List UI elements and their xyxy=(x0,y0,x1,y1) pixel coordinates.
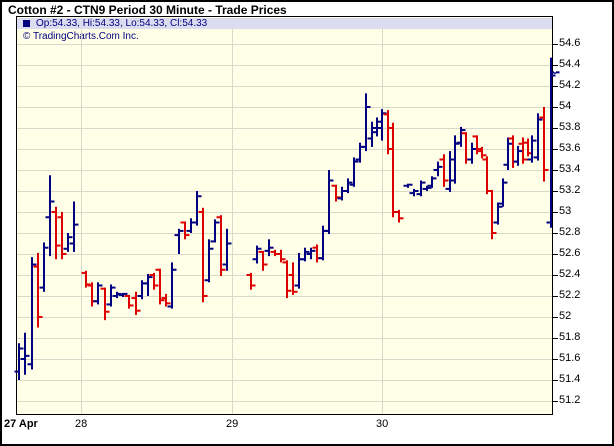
y-axis-label: 52.8 xyxy=(559,226,580,238)
ohlc-bar xyxy=(265,239,274,256)
ohlc-bar xyxy=(88,282,97,306)
ohlc-bar xyxy=(259,251,268,271)
ohlc-bar xyxy=(313,245,322,263)
ohlc-bar xyxy=(384,110,393,154)
y-axis-label: 52 xyxy=(559,310,571,322)
ohlc-bar xyxy=(509,135,518,168)
x-axis-label: 28 xyxy=(75,418,87,430)
ohlc-bar xyxy=(64,233,73,252)
y-axis-label: 51.6 xyxy=(559,352,580,364)
y-axis-label: 54 xyxy=(559,100,571,112)
ohlc-bar xyxy=(199,208,208,302)
ohlc-bar xyxy=(362,93,371,151)
chart-window: Cotton #2 - CTN9 Period 30 Minute - Trad… xyxy=(0,0,614,446)
ohlc-bar xyxy=(307,248,316,260)
ohlc-bar xyxy=(168,262,177,308)
ohlc-bar xyxy=(483,156,492,194)
ohlc-bar xyxy=(70,202,79,252)
ohlc-bar xyxy=(547,58,556,228)
ohlc-bar xyxy=(468,143,477,164)
ohlc-bar xyxy=(144,274,153,296)
ohlc-bar xyxy=(494,203,503,225)
x-axis-label: 30 xyxy=(376,418,388,430)
y-axis-label: 51.8 xyxy=(559,331,580,343)
ohlc-bar xyxy=(434,162,443,177)
ohlc-bar xyxy=(428,176,437,188)
ohlc-bar xyxy=(15,343,24,380)
x-axis-label: 29 xyxy=(226,418,238,430)
ohlc-bar xyxy=(373,118,382,137)
ohlc-bar xyxy=(338,187,347,201)
ohlc-bar xyxy=(193,191,202,226)
y-axis-label: 54.2 xyxy=(559,79,580,91)
ohlc-bar xyxy=(187,218,196,233)
ohlc-bar xyxy=(368,122,377,147)
ohlc-bar xyxy=(473,135,482,154)
ohlc-bar xyxy=(478,147,487,159)
y-axis-label: 53.4 xyxy=(559,163,580,175)
ohlc-bar xyxy=(344,178,353,193)
y-axis-label: 53.8 xyxy=(559,121,580,133)
y-axis-label: 54.6 xyxy=(559,37,580,49)
ohlc-bar xyxy=(21,333,30,375)
ohlc-bar xyxy=(534,113,543,160)
ohlc-bar xyxy=(46,175,55,256)
ohlc-bar xyxy=(504,137,513,170)
y-axis-label: 54.4 xyxy=(559,58,580,70)
x-axis-label: 27 Apr xyxy=(4,418,38,430)
ohlc-bar xyxy=(58,212,67,259)
ohlc-bar xyxy=(404,184,413,188)
ohlc-bar xyxy=(175,229,184,254)
ohlc-bar xyxy=(514,146,523,166)
ohlc-bar xyxy=(325,170,334,234)
chart-title: Cotton #2 - CTN9 Period 30 Minute - Trad… xyxy=(8,3,287,17)
ohlc-bar xyxy=(40,242,49,291)
y-axis-label: 52.2 xyxy=(559,289,580,301)
y-axis-label: 52.4 xyxy=(559,268,580,280)
ohlc-bar xyxy=(356,143,365,163)
y-axis-label: 51.2 xyxy=(559,394,580,406)
ohlc-bar xyxy=(271,250,280,256)
ohlc-bar xyxy=(94,282,103,304)
ohlc-bar xyxy=(217,215,226,276)
ohlc-bar xyxy=(395,210,404,223)
plot-area: Op:54.33, Hi:54.33, Lo:54.33, Cl:54.33 ©… xyxy=(16,16,553,415)
y-axis-label: 53.2 xyxy=(559,184,580,196)
ohlc-bar xyxy=(223,229,232,271)
y-axis-label: 52.6 xyxy=(559,247,580,259)
ohlc-bar xyxy=(28,257,37,369)
y-axis-label: 53.6 xyxy=(559,142,580,154)
ohlc-bar xyxy=(488,190,497,239)
y-axis-label: 51.4 xyxy=(559,373,580,385)
price-chart-canvas xyxy=(17,17,552,414)
ohlc-bar xyxy=(211,219,220,242)
y-axis-label: 53 xyxy=(559,205,571,217)
ohlc-bar xyxy=(446,151,455,192)
ohlc-bar xyxy=(277,250,286,263)
ohlc-bar xyxy=(283,260,292,298)
ohlc-bar xyxy=(499,178,508,206)
